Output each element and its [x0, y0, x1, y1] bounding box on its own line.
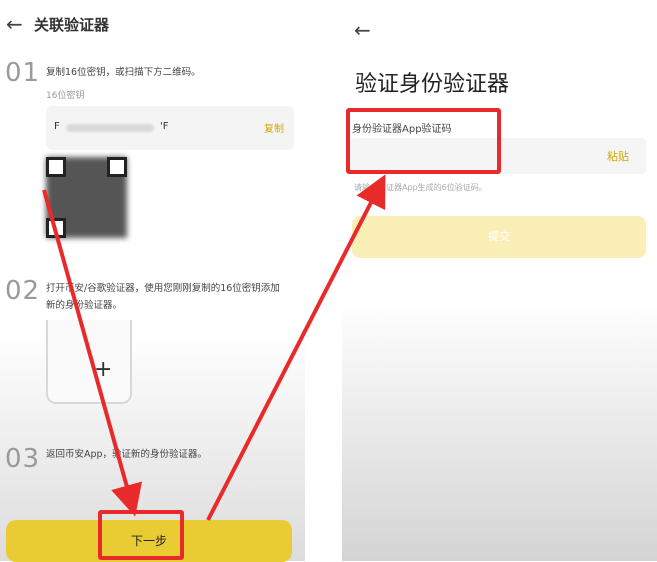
arrow-to-code-field [206, 174, 386, 521]
annotation-arrows [42, 174, 386, 521]
arrow-to-next-button [42, 189, 143, 517]
